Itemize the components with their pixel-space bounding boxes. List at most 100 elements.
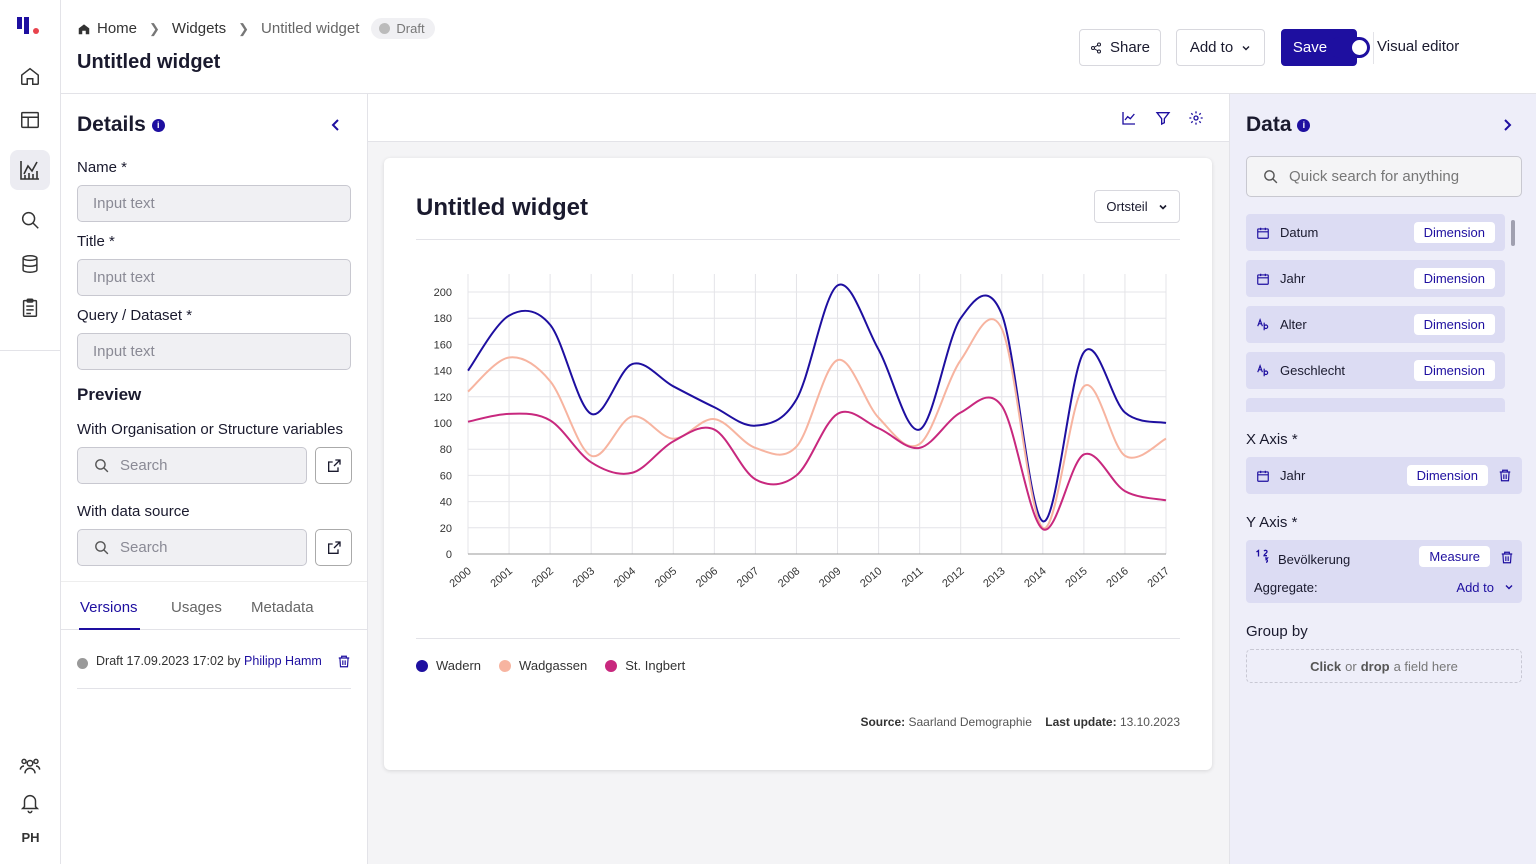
breadcrumb: Home ❯ Widgets ❯ Untitled widget Draft: [77, 18, 435, 39]
name-input[interactable]: Input text: [77, 185, 351, 222]
field-list-scrollbar[interactable]: [1511, 220, 1515, 246]
aggregate-label: Aggregate:: [1254, 580, 1318, 595]
external-link-icon: [327, 458, 341, 472]
field-item[interactable]: Jahr Dimension: [1246, 260, 1505, 297]
chart-type-icon[interactable]: [1121, 110, 1137, 126]
filter-icon[interactable]: [1155, 110, 1171, 126]
x-tick-label: 2000: [447, 565, 473, 590]
source-info: Source: Saarland Demographie Last update…: [860, 715, 1180, 729]
y-tick-label: 0: [446, 549, 452, 561]
name-label: Name *: [77, 159, 128, 176]
field-type-tag: Dimension: [1413, 360, 1495, 381]
breadcrumb-current: Untitled widget: [261, 20, 360, 37]
open-external-button[interactable]: [315, 447, 352, 484]
layout-icon[interactable]: [17, 107, 43, 133]
search-icon[interactable]: [17, 207, 43, 233]
widgets-chart-icon[interactable]: [10, 150, 50, 190]
settings-gear-icon[interactable]: [1188, 110, 1204, 126]
trash-icon[interactable]: [1498, 468, 1512, 483]
tab-usages[interactable]: Usages: [171, 599, 222, 616]
breadcrumb-home[interactable]: Home: [97, 20, 137, 37]
drop-or-text: or: [1345, 658, 1357, 674]
y-tick-label: 160: [434, 339, 452, 351]
info-icon[interactable]: i: [151, 118, 165, 132]
clipboard-icon[interactable]: [17, 295, 43, 321]
quick-search-input[interactable]: Quick search for anything: [1246, 156, 1522, 197]
collapse-right-icon[interactable]: [1500, 118, 1514, 132]
aggregate-add-to[interactable]: Add to: [1456, 580, 1494, 595]
home-icon[interactable]: [17, 63, 43, 89]
trash-icon[interactable]: [1500, 550, 1514, 565]
y-tick-label: 80: [440, 444, 452, 456]
query-input[interactable]: Input text: [77, 333, 351, 370]
legend-item[interactable]: St. Ingbert: [605, 658, 685, 673]
open-external-button[interactable]: [315, 529, 352, 566]
chart-legend: Wadern Wadgassen St. Ingbert: [416, 658, 685, 673]
y-tick-label: 200: [434, 287, 452, 299]
y-tick-label: 140: [434, 366, 452, 378]
visual-editor-toggle[interactable]: [1329, 37, 1370, 58]
field-type-tag: Dimension: [1413, 268, 1495, 289]
x-tick-label: 2010: [858, 565, 884, 590]
group-by-dropzone[interactable]: Click or drop a field here: [1246, 649, 1522, 683]
field-item[interactable]: Datum Dimension: [1246, 214, 1505, 251]
x-tick-label: 2003: [571, 565, 597, 590]
version-author-link[interactable]: Philipp Hamm: [244, 654, 322, 668]
legend-label: Wadgassen: [519, 658, 588, 673]
tab-versions[interactable]: Versions: [80, 599, 138, 616]
x-tick-label: 2006: [694, 565, 720, 590]
field-item-partial[interactable]: [1246, 398, 1505, 412]
field-item[interactable]: Alter Dimension: [1246, 306, 1505, 343]
x-axis-field[interactable]: Jahr Dimension: [1246, 457, 1522, 494]
field-item[interactable]: Geschlecht Dimension: [1246, 352, 1505, 389]
title-divider: [416, 239, 1180, 240]
add-to-label: Add to: [1189, 39, 1234, 56]
y-tick-label: 100: [434, 418, 452, 430]
field-list: Datum Dimension Jahr Dimension Alter Dim…: [1230, 214, 1520, 412]
breadcrumb-widgets[interactable]: Widgets: [172, 20, 226, 37]
legend-swatch: [499, 659, 512, 672]
x-tick-label: 2007: [735, 565, 761, 590]
search-icon: [95, 459, 109, 473]
visual-editor-label: Visual editor: [1377, 38, 1460, 55]
chevron-down-icon[interactable]: [1504, 582, 1514, 592]
data-panel: Data i Quick search for anything Datum D…: [1229, 94, 1536, 864]
tab-metadata[interactable]: Metadata: [251, 599, 314, 616]
bell-icon[interactable]: [17, 790, 43, 816]
app-logo[interactable]: [17, 15, 43, 37]
series-line-wadgassen: [467, 318, 1167, 529]
source-search-input[interactable]: Search: [77, 529, 307, 566]
legend-item[interactable]: Wadern: [416, 658, 481, 673]
collapse-left-icon[interactable]: [329, 118, 343, 132]
x-tick-label: 2016: [1104, 565, 1130, 590]
y-tick-label: 20: [440, 523, 452, 535]
legend-swatch: [605, 659, 618, 672]
title-input[interactable]: Input text: [77, 259, 351, 296]
x-tick-label: 2004: [612, 565, 638, 590]
database-icon[interactable]: [17, 251, 43, 277]
search-icon: [95, 541, 109, 555]
group-by-label: Group by: [1246, 623, 1308, 640]
info-icon[interactable]: i: [1297, 118, 1311, 132]
legend-item[interactable]: Wadgassen: [499, 658, 587, 673]
version-status-dot: [77, 658, 88, 669]
line-chart: 0 20 40 60 80 100 120 140 160 180 200 2000 2001 2002 2…: [434, 274, 1172, 590]
query-label: Query / Dataset *: [77, 307, 193, 324]
y-axis-field[interactable]: Bevölkerung Measure Aggregate: Add to: [1246, 540, 1522, 603]
details-panel: Details i Name * Input text Title * Inpu…: [61, 94, 368, 864]
status-dot-icon: [379, 23, 391, 34]
users-icon[interactable]: [17, 753, 43, 779]
x-tick-label: 2005: [653, 565, 679, 590]
dropdown-label: Ortsteil: [1106, 199, 1148, 214]
preview-heading: Preview: [77, 385, 142, 404]
share-button[interactable]: Share: [1079, 29, 1161, 66]
org-search-input[interactable]: Search: [77, 447, 307, 484]
ortsteil-dropdown[interactable]: Ortsteil: [1094, 190, 1180, 223]
user-avatar[interactable]: PH: [0, 830, 61, 845]
update-value: 13.10.2023: [1119, 715, 1180, 729]
app-rail: PH: [0, 0, 61, 864]
trash-icon[interactable]: [337, 654, 351, 669]
x-tick-label: 2014: [1022, 565, 1048, 590]
add-to-button[interactable]: Add to: [1176, 29, 1265, 66]
chevron-down-icon: [1159, 204, 1167, 210]
